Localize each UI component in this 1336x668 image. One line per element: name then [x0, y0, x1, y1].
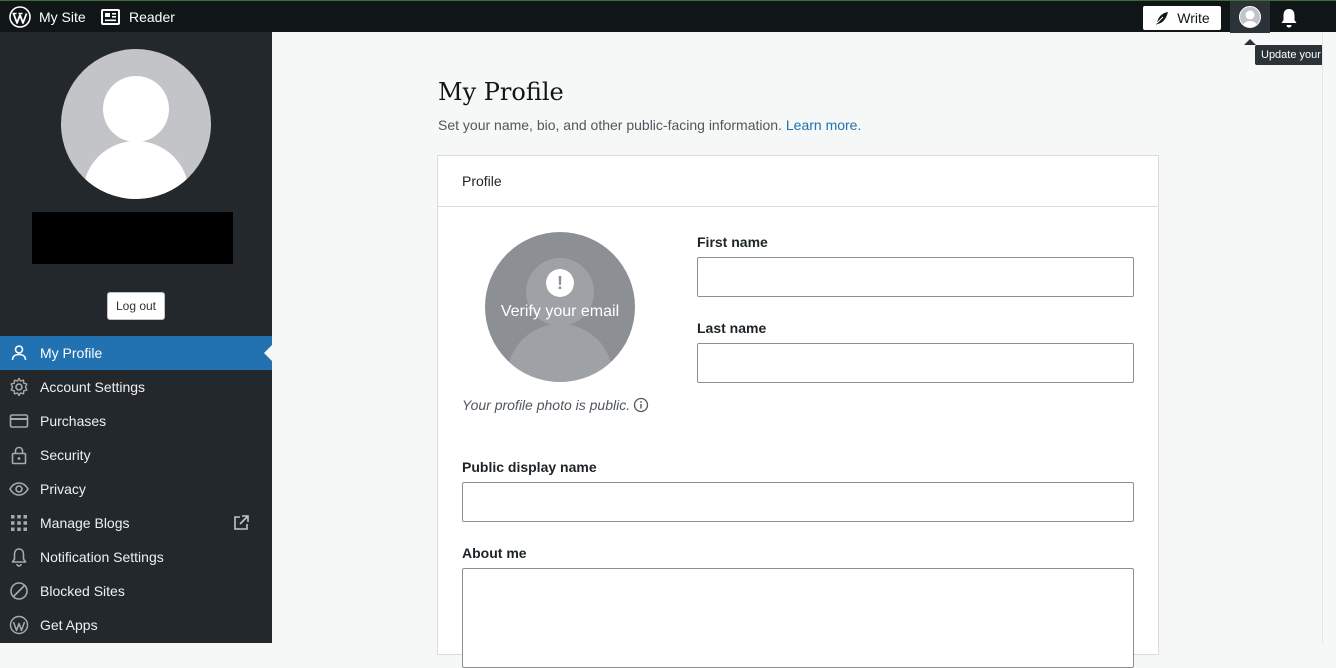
sidebar-item-label: Purchases — [40, 413, 107, 429]
feather-pen-icon — [1156, 12, 1169, 25]
sidebar-item-label: Notification Settings — [40, 549, 164, 565]
page-title: My Profile — [438, 78, 564, 106]
masterbar: My Site Reader Write — [0, 0, 1336, 34]
reader-link[interactable]: Reader — [101, 1, 175, 33]
logout-button[interactable]: Log out — [107, 292, 165, 320]
sidebar-item-account-settings[interactable]: Account Settings — [0, 370, 272, 404]
last-name-input[interactable] — [697, 343, 1134, 383]
eye-icon — [9, 482, 29, 496]
avatar-body-shape — [83, 141, 189, 199]
person-icon — [11, 345, 27, 361]
about-me-textarea[interactable] — [462, 568, 1134, 668]
my-site-link[interactable]: My Site — [9, 1, 86, 33]
profile-photo-upload[interactable]: ! Verify your email — [485, 232, 635, 382]
credit-card-icon — [9, 414, 29, 428]
learn-more-link[interactable]: Learn more. — [786, 117, 861, 133]
write-label: Write — [1177, 10, 1210, 26]
page-subtitle: Set your name, bio, and other public-fac… — [438, 117, 861, 133]
photo-note-text: Your profile photo is public. — [462, 397, 631, 413]
sidebar-item-get-apps[interactable]: Get Apps — [0, 608, 272, 642]
about-me-label: About me — [462, 545, 527, 561]
redacted-user-name — [32, 212, 233, 264]
reader-icon — [101, 9, 120, 25]
profile-avatar-button[interactable] — [1230, 1, 1270, 33]
sidebar-item-label: Get Apps — [40, 617, 98, 633]
grid-icon — [11, 515, 27, 531]
my-site-label: My Site — [39, 9, 86, 25]
sidebar-item-security[interactable]: Security — [0, 438, 272, 472]
alert-icon: ! — [546, 269, 574, 297]
profile-card: Profile ! Verify your email Your profile… — [437, 155, 1159, 668]
verify-email-text: Verify your email — [500, 303, 620, 320]
page-scrollbar[interactable] — [1322, 32, 1336, 643]
avatar-body-shape — [507, 324, 613, 382]
display-name-input[interactable] — [462, 482, 1134, 522]
sidebar-item-notification-settings[interactable]: Notification Settings — [0, 540, 272, 574]
sidebar: Log out My Profile Account Settings Purc… — [0, 32, 272, 643]
card-header: Profile — [438, 156, 1158, 207]
sidebar-item-label: Manage Blogs — [40, 515, 130, 531]
avatar-head-shape — [103, 76, 169, 142]
last-name-label: Last name — [697, 320, 767, 336]
profile-photo-note: Your profile photo is public. — [462, 397, 649, 413]
notifications-button[interactable] — [1279, 7, 1299, 34]
info-icon[interactable] — [633, 397, 649, 413]
default-avatar-icon — [1242, 10, 1258, 27]
sidebar-item-label: Blocked Sites — [40, 583, 125, 599]
write-button[interactable]: Write — [1143, 6, 1221, 30]
sidebar-item-manage-blogs[interactable]: Manage Blogs — [0, 506, 272, 540]
first-name-label: First name — [697, 234, 768, 250]
tooltip-arrow — [1244, 39, 1256, 45]
sidebar-menu: My Profile Account Settings Purchases Se… — [0, 336, 272, 642]
sidebar-item-my-profile[interactable]: My Profile — [0, 336, 272, 370]
first-name-input[interactable] — [697, 257, 1134, 297]
external-link-icon — [234, 515, 249, 530]
wordpress-logo-icon — [9, 6, 31, 28]
block-icon — [10, 582, 28, 600]
avatar — [1239, 6, 1261, 28]
display-name-label: Public display name — [462, 459, 597, 475]
subtitle-text: Set your name, bio, and other public-fac… — [438, 117, 782, 133]
sidebar-item-label: Account Settings — [40, 379, 146, 395]
sidebar-item-label: My Profile — [40, 345, 103, 361]
bell-icon — [11, 548, 27, 567]
wordpress-icon — [9, 615, 29, 635]
sidebar-item-purchases[interactable]: Purchases — [0, 404, 272, 438]
sidebar-item-label: Privacy — [40, 481, 86, 497]
sidebar-item-privacy[interactable]: Privacy — [0, 472, 272, 506]
lock-icon — [11, 446, 27, 465]
sidebar-item-label: Security — [40, 447, 91, 463]
bell-icon — [1281, 9, 1297, 28]
reader-label: Reader — [129, 9, 175, 25]
profile-avatar-large[interactable] — [61, 49, 211, 199]
sidebar-item-blocked-sites[interactable]: Blocked Sites — [0, 574, 272, 608]
gear-icon — [10, 377, 28, 397]
